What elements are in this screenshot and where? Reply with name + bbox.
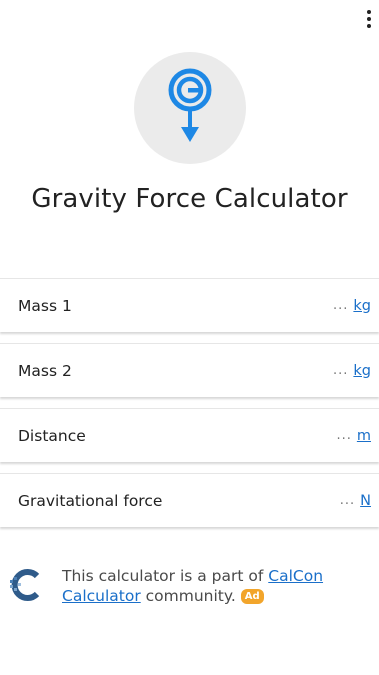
ad-badge: Ad [240, 589, 264, 604]
menu-dot [367, 24, 371, 28]
menu-dot [367, 17, 371, 21]
field-label: Mass 2 [18, 361, 72, 380]
app-logo [134, 52, 246, 164]
field-row-distance: Distance m [0, 408, 379, 462]
field-value-group: kg [326, 298, 371, 314]
gravity-g-arrow-icon [168, 68, 212, 142]
more-options-button[interactable] [363, 8, 375, 30]
calcon-logo-icon [10, 569, 40, 601]
field-row-gravitational-force: Gravitational force N [0, 473, 379, 527]
field-row-mass-2: Mass 2 kg [0, 343, 379, 397]
mass-1-input[interactable] [326, 298, 349, 313]
calculator-fields: Mass 1 kg Mass 2 kg Distance m Gravitati… [0, 278, 379, 538]
menu-dot [367, 10, 371, 14]
field-label: Gravitational force [18, 491, 163, 510]
community-note: This calculator is a part of CalCon Calc… [62, 566, 348, 606]
page-title: Gravity Force Calculator [31, 184, 348, 214]
community-footer: This calculator is a part of CalCon Calc… [8, 566, 348, 606]
mass-2-input[interactable] [326, 363, 349, 378]
field-value-group: m [329, 428, 371, 444]
unit-selector[interactable]: N [360, 493, 371, 509]
field-label: Mass 1 [18, 296, 72, 315]
field-label: Distance [18, 426, 86, 445]
field-row-mass-1: Mass 1 kg [0, 278, 379, 332]
footer-text-after: community. [140, 587, 236, 605]
unit-selector[interactable]: m [357, 428, 371, 444]
unit-selector[interactable]: kg [353, 298, 371, 314]
distance-input[interactable] [329, 428, 352, 443]
field-value-group: N [333, 493, 371, 509]
unit-selector[interactable]: kg [353, 363, 371, 379]
field-value-group: kg [326, 363, 371, 379]
gravitational-force-input[interactable] [333, 493, 356, 508]
footer-text-before: This calculator is a part of [62, 567, 269, 585]
